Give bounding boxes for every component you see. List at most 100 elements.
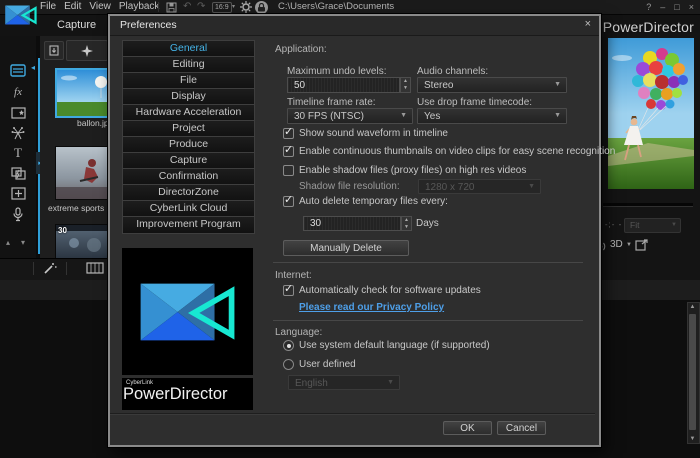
magic-wand-icon[interactable] — [42, 261, 57, 276]
chevron-down-icon: ▼ — [554, 112, 561, 119]
section-internet: Internet: — [275, 270, 312, 281]
system-language-radio[interactable] — [283, 340, 294, 351]
menu-edit[interactable]: Edit — [60, 0, 85, 14]
auto-delete-days-stepper[interactable]: ▲ ▼ — [401, 216, 412, 231]
undock-preview-icon[interactable] — [635, 239, 648, 251]
particle-room-icon[interactable] — [0, 123, 36, 143]
audio-channels-label: Audio channels: — [417, 66, 489, 77]
chevron-down-icon: ▼ — [400, 112, 407, 119]
days-unit-label: Days — [416, 218, 439, 229]
drop-frame-select[interactable]: Yes ▼ — [417, 108, 567, 124]
section-application: Application: — [275, 44, 327, 55]
manually-delete-button[interactable]: Manually Delete — [283, 240, 409, 256]
chevron-down-icon[interactable]: ▾ — [232, 3, 235, 10]
shadow-resolution-label: Shadow file resolution: — [299, 181, 400, 192]
continuous-thumbnails-checkbox-label: Enable continuous thumbnails on video cl… — [299, 146, 616, 157]
redo-icon[interactable]: ↷ — [197, 0, 205, 14]
save-icon[interactable] — [166, 2, 177, 13]
maximize-icon[interactable]: □ — [674, 2, 679, 12]
window-close-icon[interactable]: × — [689, 2, 694, 12]
menu-file[interactable]: File — [36, 0, 60, 14]
filmstrip-icon[interactable] — [86, 262, 104, 274]
title-room-icon[interactable]: T — [0, 143, 36, 163]
selected-value: Fit — [630, 220, 640, 230]
import-media-button[interactable] — [44, 41, 64, 60]
preview-timecode: - -;- - — [598, 220, 623, 229]
chevron-down-icon: ▼ — [554, 81, 561, 88]
max-undo-label: Maximum undo levels: — [287, 66, 387, 77]
pref-tab-improvement-program[interactable]: Improvement Program — [122, 216, 255, 234]
selected-room-marker-icon: ◂ — [31, 63, 36, 72]
settings-gear-icon[interactable] — [240, 1, 252, 13]
radio-dot — [286, 343, 291, 348]
effect-room-icon[interactable]: fx — [0, 82, 36, 102]
stepper-up-icon[interactable]: ▲ — [401, 78, 410, 85]
audio-channels-select[interactable]: Stereo ▼ — [417, 77, 567, 93]
aspect-ratio-selector[interactable]: 16:9 — [212, 2, 232, 13]
dialog-logo-box — [122, 248, 253, 375]
cancel-button[interactable]: Cancel — [497, 421, 546, 435]
user-language-select: English ▼ — [288, 375, 400, 390]
tab-capture[interactable]: Capture — [57, 19, 96, 31]
media-content-button[interactable] — [66, 40, 108, 61]
ok-button[interactable]: OK — [443, 421, 492, 435]
chevron-down-icon[interactable]: ▼ — [626, 242, 632, 248]
frame-rate-select[interactable]: 30 FPS (NTSC) ▼ — [287, 108, 413, 124]
selected-value: English — [295, 378, 328, 389]
selected-value: 30 FPS (NTSC) — [294, 111, 365, 122]
document-path: C:\Users\Grace\Documents — [278, 1, 395, 12]
auto-delete-days-input[interactable] — [303, 216, 401, 231]
preview-scrubber[interactable] — [603, 203, 693, 207]
help-icon[interactable]: ? — [646, 2, 651, 12]
undo-icon[interactable]: ↶ — [183, 0, 191, 14]
auto-delete-checkbox[interactable]: ✓ — [283, 194, 294, 207]
drop-frame-label: Use drop frame timecode: — [417, 97, 533, 108]
voiceover-room-icon[interactable] — [0, 204, 36, 224]
fit-zoom-select[interactable]: Fit ▼ — [624, 218, 681, 233]
menu-view[interactable]: View — [85, 0, 115, 14]
dialog-title: Preferences — [120, 19, 177, 31]
dialog-close-icon[interactable]: × — [585, 18, 591, 30]
media-thumbnail-ballon[interactable] — [55, 68, 108, 118]
privacy-policy-link[interactable]: Please read our Privacy Policy — [299, 302, 444, 313]
powerdirector-logo-icon — [140, 283, 234, 340]
shadow-files-checkbox-label: Enable shadow files (proxy files) on hig… — [299, 165, 527, 176]
media-thumbnail-video[interactable]: 30 — [55, 224, 108, 258]
storyboard-scrollbar[interactable]: ▲ ▼ — [687, 302, 700, 444]
media-thumbnail-extreme-sports[interactable] — [55, 146, 108, 200]
waveform-checkbox[interactable]: ✓ — [283, 126, 294, 139]
rail-scroll-down-icon[interactable]: ▾ — [21, 238, 25, 247]
system-language-radio-label: Use system default language (if supporte… — [299, 340, 490, 351]
continuous-thumbnails-checkbox[interactable]: ✓ — [283, 144, 294, 157]
menu-playback[interactable]: Playback — [115, 0, 164, 14]
shadow-files-checkbox[interactable] — [283, 165, 294, 176]
pip-objects-room-icon[interactable] — [0, 103, 36, 123]
selected-value: Yes — [424, 111, 441, 122]
scrollbar-thumb[interactable] — [689, 314, 696, 430]
section-language: Language: — [275, 327, 323, 338]
minimize-icon[interactable]: – — [660, 2, 665, 12]
preview-image-balloons — [608, 38, 694, 189]
lock-badge-icon[interactable] — [255, 1, 268, 14]
footer-divider — [110, 413, 595, 414]
audio-mixing-room-icon[interactable] — [0, 183, 36, 203]
stepper-down-icon[interactable]: ▼ — [402, 224, 411, 231]
mode-3d-button[interactable]: 3D — [610, 239, 623, 250]
chevron-down-icon: ▼ — [671, 222, 677, 228]
frame-rate-label: Timeline frame rate: — [287, 97, 376, 108]
section-divider — [273, 262, 583, 263]
scroll-down-icon[interactable]: ▼ — [688, 436, 697, 442]
stepper-down-icon[interactable]: ▼ — [401, 85, 410, 92]
user-defined-radio[interactable] — [283, 359, 294, 370]
max-undo-stepper[interactable]: ▲ ▼ — [400, 77, 411, 93]
rail-scroll-up-icon[interactable]: ▴ — [6, 238, 10, 247]
transition-room-icon[interactable] — [0, 163, 36, 183]
section-divider — [273, 320, 583, 321]
media-library-panel: ballon.jpg extreme sports 30 — [40, 36, 108, 258]
auto-update-checkbox[interactable]: ✓ — [283, 283, 294, 296]
dialog-titlebar[interactable]: Preferences × — [110, 16, 599, 36]
preferences-dialog: Preferences × General Editing File Displ… — [108, 14, 615, 447]
max-undo-input[interactable] — [287, 77, 400, 93]
duration-badge: 30 — [58, 226, 67, 235]
scroll-up-icon[interactable]: ▲ — [688, 304, 697, 310]
